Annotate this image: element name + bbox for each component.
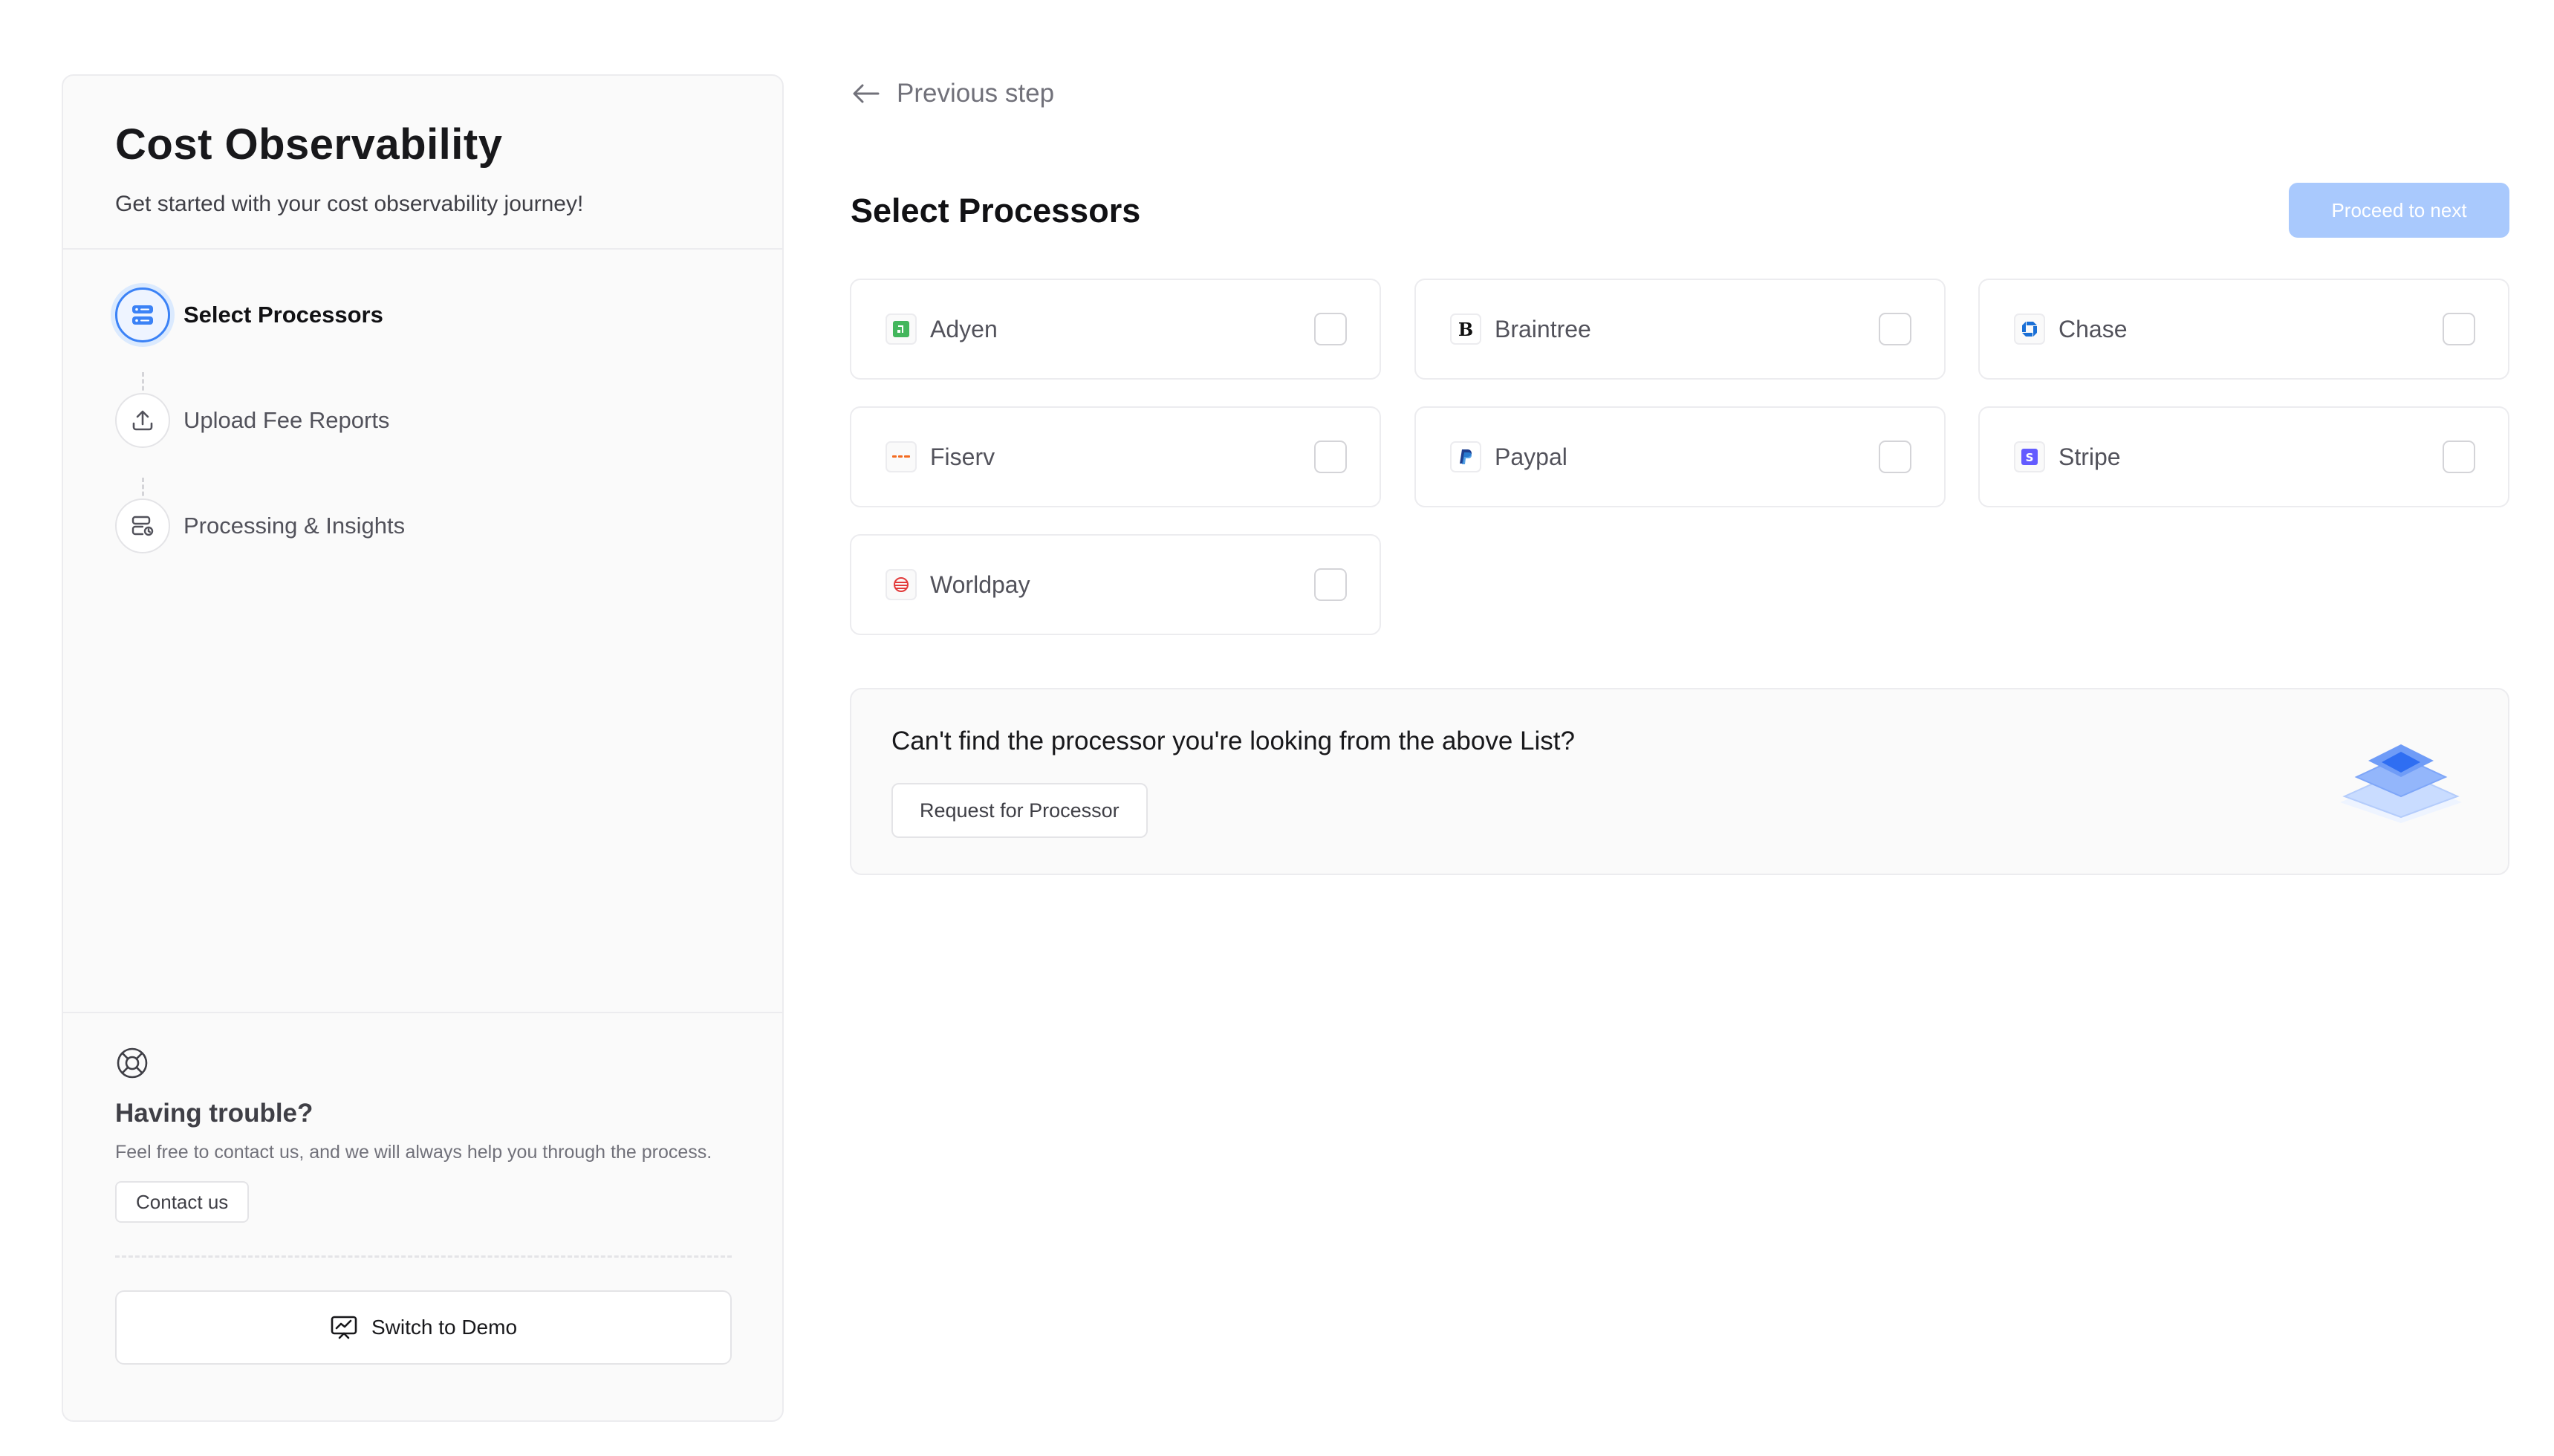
processor-card-stripe[interactable]: S Stripe [1978, 406, 2509, 507]
presentation-chart-icon [331, 1316, 357, 1339]
paypal-logo-icon [1450, 441, 1481, 472]
processor-checkbox[interactable] [1314, 568, 1347, 601]
stripe-logo-icon: S [2014, 441, 2045, 472]
processor-checkbox[interactable] [1879, 313, 1911, 345]
step-label: Select Processors [183, 302, 383, 328]
step-processing-insights[interactable]: Processing & Insights [115, 498, 782, 554]
braintree-logo-icon: B [1450, 313, 1481, 345]
arrow-left-icon [853, 84, 880, 103]
switch-to-demo-button[interactable]: Switch to Demo [115, 1290, 732, 1365]
sidebar-header: Cost Observability Get started with your… [63, 76, 782, 250]
adyen-logo-icon [886, 313, 917, 345]
chase-logo-icon [2014, 313, 2045, 345]
request-question: Can't find the processor you're looking … [891, 727, 1575, 755]
processor-name: Stripe [2059, 443, 2121, 470]
processor-checkbox[interactable] [1314, 313, 1347, 345]
svg-text:S: S [2026, 451, 2034, 464]
processor-card-worldpay[interactable]: Worldpay [850, 534, 1381, 635]
step-select-processors[interactable]: Select Processors [115, 287, 782, 343]
processor-name: Worldpay [930, 571, 1030, 598]
worldpay-logo-icon [886, 569, 917, 600]
switch-to-demo-label: Switch to Demo [371, 1316, 518, 1339]
step-label: Processing & Insights [183, 513, 406, 539]
processor-name: Fiserv [930, 443, 995, 470]
previous-step-label: Previous step [897, 79, 1055, 108]
sidebar-title: Cost Observability [115, 120, 503, 169]
step-label: Upload Fee Reports [183, 407, 390, 433]
processor-card-braintree[interactable]: B Braintree [1414, 279, 1946, 380]
upload-icon [115, 393, 170, 448]
processor-checkbox[interactable] [2443, 441, 2475, 473]
request-for-processor-button[interactable]: Request for Processor [891, 783, 1148, 838]
processor-card-chase[interactable]: Chase [1978, 279, 2509, 380]
step-list: Select Processors Upload Fee Reports Pro… [63, 250, 782, 554]
divider [115, 1255, 732, 1258]
help-section: Having trouble? Feel free to contact us,… [63, 1012, 782, 1420]
onboarding-sidebar: Cost Observability Get started with your… [62, 74, 784, 1422]
processor-checkbox[interactable] [1879, 441, 1911, 473]
previous-step-link[interactable]: Previous step [852, 79, 1054, 108]
fiserv-logo-icon [886, 441, 917, 472]
processor-card-adyen[interactable]: Adyen [850, 279, 1381, 380]
processor-name: Braintree [1495, 315, 1591, 342]
help-title: Having trouble? [115, 1099, 313, 1128]
page-title: Select Processors [851, 192, 1141, 230]
processor-name: Paypal [1495, 443, 1567, 470]
processor-card-fiserv[interactable]: Fiserv [850, 406, 1381, 507]
processor-name: Chase [2059, 315, 2128, 342]
server-stack-icon [115, 287, 170, 342]
processing-icon [115, 498, 170, 553]
processor-name: Adyen [930, 315, 998, 342]
help-text: Feel free to contact us, and we will alw… [115, 1142, 712, 1163]
request-processor-panel: Can't find the processor you're looking … [850, 688, 2509, 875]
step-upload-fee-reports[interactable]: Upload Fee Reports [115, 392, 782, 449]
sidebar-subtitle: Get started with your cost observability… [115, 192, 584, 216]
contact-us-button[interactable]: Contact us [115, 1181, 250, 1223]
lifebuoy-icon [117, 1047, 148, 1079]
layers-icon [2340, 744, 2462, 823]
processor-checkbox[interactable] [2443, 313, 2475, 345]
proceed-to-next-button[interactable]: Proceed to next [2289, 183, 2509, 238]
processor-checkbox[interactable] [1314, 441, 1347, 473]
processor-card-paypal[interactable]: Paypal [1414, 406, 1946, 507]
